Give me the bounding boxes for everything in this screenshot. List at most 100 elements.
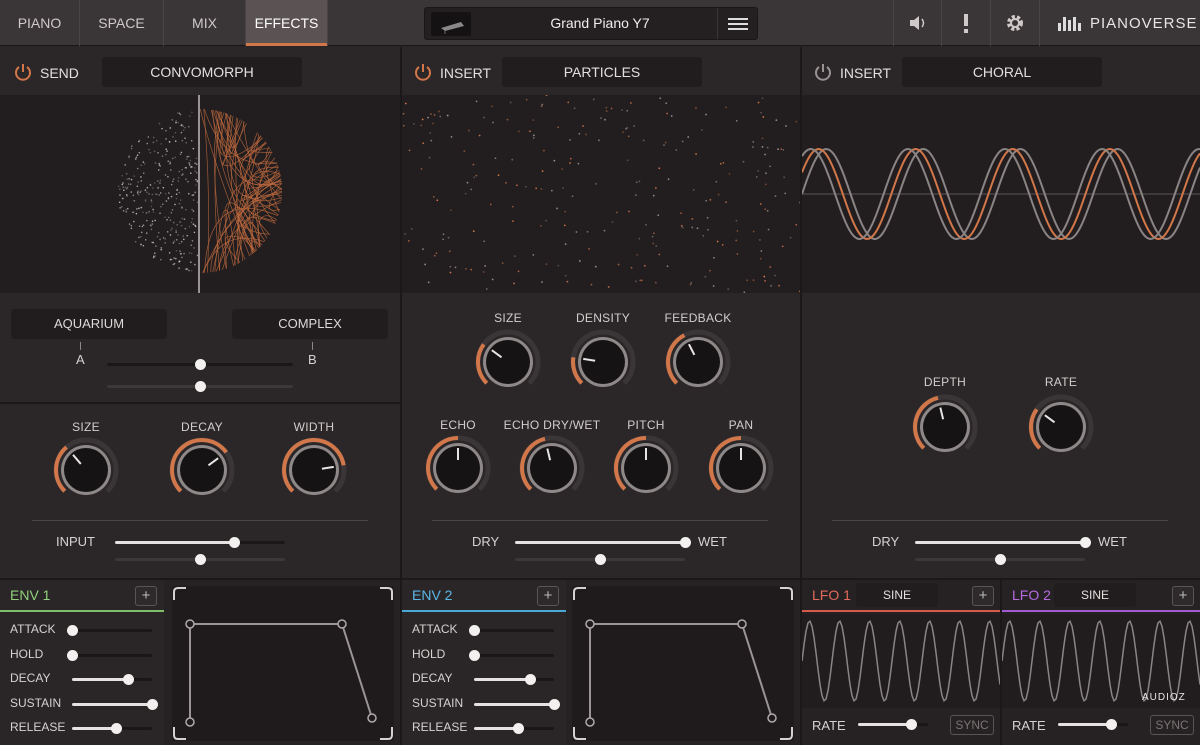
lfo2-rate-slider[interactable] — [1058, 719, 1128, 731]
tab-mix[interactable]: MIX — [164, 0, 246, 46]
density-knob[interactable] — [569, 328, 637, 396]
knob-label-depth: DEPTH — [923, 375, 967, 389]
rate-knob[interactable] — [1027, 393, 1095, 461]
tab-space[interactable]: SPACE — [80, 0, 164, 46]
decay-knob[interactable] — [168, 436, 236, 504]
knob-label-size: SIZE — [72, 420, 100, 434]
send-header: SEND CONVOMORPH — [0, 47, 400, 95]
env1-sustain-slider[interactable] — [72, 698, 158, 711]
slider-thumb[interactable] — [595, 554, 606, 565]
knob-label-rate: RATE — [1044, 375, 1078, 389]
morph-b-letter: B — [308, 352, 317, 367]
lfo2-shape-select[interactable]: SINE — [1054, 583, 1136, 607]
slider-thumb[interactable] — [195, 554, 206, 565]
lfo1-title: LFO 1 — [812, 587, 851, 603]
slider-thumb[interactable] — [67, 649, 78, 661]
env1-hold-slider[interactable] — [67, 649, 152, 662]
particles-effect-name[interactable]: PARTICLES — [502, 57, 702, 87]
lfo1-shape-select[interactable]: SINE — [856, 583, 938, 607]
lfo2-sync-button[interactable]: SYNC — [1150, 715, 1194, 735]
slider-fill — [858, 723, 911, 726]
slider-thumb[interactable] — [680, 537, 691, 548]
pitch-knob[interactable] — [612, 434, 680, 502]
morph-mod-slider[interactable] — [107, 381, 293, 393]
feedback-knob[interactable] — [664, 328, 732, 396]
drywet-slider[interactable] — [515, 537, 691, 549]
env1-controls: ENV 1 + ATTACK HOLD DECAY SUSTAIN RELEASE — [0, 580, 164, 745]
wet-label: WET — [1098, 534, 1127, 549]
morph-slider[interactable] — [107, 359, 293, 371]
pan-knob[interactable] — [707, 434, 775, 502]
slider-thumb[interactable] — [469, 625, 480, 636]
slider-thumb[interactable] — [195, 381, 206, 392]
input-mod-slider[interactable] — [115, 554, 285, 566]
slider-thumb[interactable] — [123, 674, 134, 685]
depth-knob[interactable] — [911, 393, 979, 461]
env2-add-button[interactable]: + — [537, 586, 559, 606]
morph-b-button[interactable]: COMPLEX — [232, 309, 388, 339]
input-slider[interactable] — [115, 537, 285, 549]
drywet-slider[interactable] — [915, 537, 1091, 549]
env1-decay-slider[interactable] — [72, 674, 152, 686]
divider — [832, 520, 1168, 521]
choral-effect-name[interactable]: CHORAL — [902, 57, 1102, 87]
divider — [0, 402, 400, 404]
size-knob[interactable] — [474, 328, 542, 396]
echo-drywet-knob[interactable] — [518, 434, 586, 502]
env1-add-button[interactable]: + — [135, 586, 157, 606]
slider-thumb[interactable] — [1105, 719, 1117, 730]
morph-a-letter: A — [76, 352, 85, 367]
morph-a-button[interactable]: AQUARIUM — [11, 309, 167, 339]
env2-graph[interactable] — [572, 586, 794, 741]
slider-thumb[interactable] — [147, 698, 158, 710]
power-icon[interactable] — [14, 63, 32, 81]
env2-hold-slider[interactable] — [469, 649, 554, 662]
env1-release-slider[interactable] — [72, 723, 152, 735]
slider-thumb[interactable] — [905, 719, 917, 730]
slider-thumb[interactable] — [195, 359, 206, 370]
env2-sustain-slider[interactable] — [474, 698, 560, 711]
pianoverse-logo-icon — [1058, 17, 1081, 31]
send-effect-name[interactable]: CONVOMORPH — [102, 57, 302, 87]
echo-knob[interactable] — [424, 434, 492, 502]
morph-b-tick — [312, 342, 313, 350]
lfo2-add-button[interactable]: + — [1172, 586, 1194, 606]
slider-thumb[interactable] — [513, 723, 524, 734]
lfo1-add-button[interactable]: + — [972, 586, 994, 606]
brand-name: PIANOVERSE — [1090, 14, 1198, 32]
alert-icon[interactable] — [941, 0, 990, 46]
gear-icon[interactable] — [990, 0, 1039, 46]
tab-effects[interactable]: EFFECTS — [246, 0, 328, 46]
preset-selector[interactable]: Grand Piano Y7 — [424, 7, 758, 40]
knob-label-pan: PAN — [728, 418, 754, 432]
slider-thumb[interactable] — [525, 674, 536, 685]
slider-thumb[interactable] — [67, 625, 78, 636]
slider-fill — [474, 702, 554, 706]
env2-release-slider[interactable] — [474, 723, 554, 735]
env2-attack-slider[interactable] — [469, 625, 554, 637]
slider-thumb[interactable] — [469, 649, 480, 661]
slider-thumb[interactable] — [995, 554, 1006, 565]
drywet-mod-slider[interactable] — [515, 554, 685, 566]
drywet-mod-slider[interactable] — [915, 554, 1085, 566]
menu-icon[interactable] — [717, 8, 757, 39]
slider-thumb[interactable] — [1080, 537, 1091, 548]
lfo1-sync-button[interactable]: SYNC — [950, 715, 994, 735]
slider-thumb[interactable] — [111, 723, 122, 734]
env1-graph[interactable] — [172, 586, 394, 741]
divider — [32, 520, 368, 521]
power-icon[interactable] — [414, 63, 432, 81]
slider-thumb[interactable] — [549, 698, 560, 710]
env2-decay-slider[interactable] — [474, 674, 554, 686]
width-knob[interactable] — [280, 436, 348, 504]
env1-attack-slider[interactable] — [67, 625, 152, 637]
size-knob[interactable] — [52, 436, 120, 504]
env2-section: ENV 2 + ATTACK HOLD DECAY SUSTAIN RELEASE — [402, 580, 802, 745]
lfo1-rate-slider[interactable] — [858, 719, 928, 731]
piano-thumbnail — [431, 12, 471, 36]
tab-piano[interactable]: PIANO — [0, 0, 80, 46]
speaker-icon[interactable] — [893, 0, 941, 46]
power-icon[interactable] — [814, 63, 832, 81]
slider-thumb[interactable] — [229, 537, 240, 548]
send-label: SEND — [40, 65, 79, 81]
